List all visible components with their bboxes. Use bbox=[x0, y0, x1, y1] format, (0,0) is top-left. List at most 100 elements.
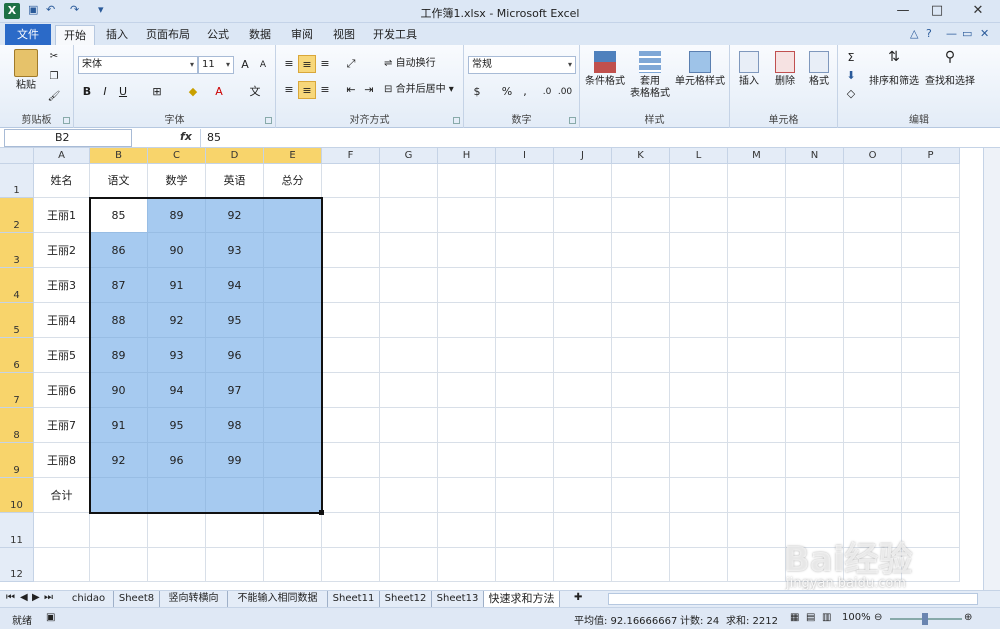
cell-p6[interactable] bbox=[902, 338, 960, 373]
row-header-3[interactable]: 3 bbox=[0, 233, 34, 268]
cell-e11[interactable] bbox=[264, 513, 322, 548]
row-header-4[interactable]: 4 bbox=[0, 268, 34, 303]
cell-g6[interactable] bbox=[380, 338, 438, 373]
cell-g9[interactable] bbox=[380, 443, 438, 478]
cell-l1[interactable] bbox=[670, 164, 728, 198]
cell-d7[interactable]: 97 bbox=[206, 373, 264, 408]
cell-e3[interactable] bbox=[264, 233, 322, 268]
column-header-f[interactable]: F bbox=[322, 148, 380, 164]
cell-m6[interactable] bbox=[728, 338, 786, 373]
cell-k7[interactable] bbox=[612, 373, 670, 408]
normal-view-icon[interactable]: ▦ bbox=[790, 612, 799, 623]
cell-d2[interactable]: 92 bbox=[206, 198, 264, 233]
cell-c1[interactable]: 数学 bbox=[148, 164, 206, 198]
cell-d4[interactable]: 94 bbox=[206, 268, 264, 303]
cell-n1[interactable] bbox=[786, 164, 844, 198]
increase-decimal-icon[interactable]: .0 bbox=[538, 83, 556, 101]
cell-c6[interactable]: 93 bbox=[148, 338, 206, 373]
cell-f5[interactable] bbox=[322, 303, 380, 338]
wrap-text-button[interactable]: ⇌ 自动换行 bbox=[384, 58, 454, 70]
cell-i2[interactable] bbox=[496, 198, 554, 233]
cell-i3[interactable] bbox=[496, 233, 554, 268]
cell-g5[interactable] bbox=[380, 303, 438, 338]
cell-f12[interactable] bbox=[322, 548, 380, 582]
cell-f8[interactable] bbox=[322, 408, 380, 443]
sort-filter-button[interactable]: ⇅ 排序和筛选 bbox=[866, 50, 922, 88]
cell-g10[interactable] bbox=[380, 478, 438, 513]
cell-e7[interactable] bbox=[264, 373, 322, 408]
cell-f4[interactable] bbox=[322, 268, 380, 303]
cell-g4[interactable] bbox=[380, 268, 438, 303]
cell-n8[interactable] bbox=[786, 408, 844, 443]
align-center-icon[interactable]: ≡ bbox=[298, 81, 316, 99]
align-left-icon[interactable]: ≡ bbox=[280, 81, 298, 99]
column-header-l[interactable]: L bbox=[670, 148, 728, 164]
cell-a10[interactable]: 合计 bbox=[34, 478, 90, 513]
row-header-6[interactable]: 6 bbox=[0, 338, 34, 373]
column-header-h[interactable]: H bbox=[438, 148, 496, 164]
cell-d11[interactable] bbox=[206, 513, 264, 548]
name-box[interactable]: B2 bbox=[4, 129, 132, 147]
cell-k6[interactable] bbox=[612, 338, 670, 373]
cell-p10[interactable] bbox=[902, 478, 960, 513]
delete-cells-button[interactable]: 删除 bbox=[768, 51, 802, 88]
tab-home[interactable]: 开始 bbox=[55, 25, 95, 46]
column-header-p[interactable]: P bbox=[902, 148, 960, 164]
sheet-tab[interactable]: Sheet12 bbox=[380, 591, 432, 607]
cell-c2[interactable]: 89 bbox=[148, 198, 206, 233]
format-cells-button[interactable]: 格式 bbox=[802, 51, 836, 88]
cell-h1[interactable] bbox=[438, 164, 496, 198]
cell-b4[interactable]: 87 bbox=[90, 268, 148, 303]
row-header-11[interactable]: 11 bbox=[0, 513, 34, 548]
cell-b10[interactable] bbox=[90, 478, 148, 513]
cell-f6[interactable] bbox=[322, 338, 380, 373]
insert-function-icon[interactable]: fx bbox=[180, 130, 192, 143]
cell-c5[interactable]: 92 bbox=[148, 303, 206, 338]
cell-j5[interactable] bbox=[554, 303, 612, 338]
cell-i12[interactable] bbox=[496, 548, 554, 582]
column-header-j[interactable]: J bbox=[554, 148, 612, 164]
alignment-launcher-icon[interactable] bbox=[453, 117, 460, 124]
cell-n9[interactable] bbox=[786, 443, 844, 478]
cell-m11[interactable] bbox=[728, 513, 786, 548]
comma-icon[interactable]: , bbox=[516, 83, 534, 101]
cell-m7[interactable] bbox=[728, 373, 786, 408]
copy-icon[interactable]: ❐ bbox=[46, 71, 62, 83]
cell-i1[interactable] bbox=[496, 164, 554, 198]
cell-g8[interactable] bbox=[380, 408, 438, 443]
row-header-7[interactable]: 7 bbox=[0, 373, 34, 408]
cell-h10[interactable] bbox=[438, 478, 496, 513]
cell-c4[interactable]: 91 bbox=[148, 268, 206, 303]
cell-k3[interactable] bbox=[612, 233, 670, 268]
cut-icon[interactable]: ✂ bbox=[46, 51, 62, 63]
cell-k11[interactable] bbox=[612, 513, 670, 548]
cell-e8[interactable] bbox=[264, 408, 322, 443]
cell-o2[interactable] bbox=[844, 198, 902, 233]
column-header-a[interactable]: A bbox=[34, 148, 90, 164]
cell-g3[interactable] bbox=[380, 233, 438, 268]
bold-icon[interactable]: B bbox=[78, 83, 96, 101]
cell-c8[interactable]: 95 bbox=[148, 408, 206, 443]
cell-a5[interactable]: 王丽4 bbox=[34, 303, 90, 338]
cell-h3[interactable] bbox=[438, 233, 496, 268]
column-header-n[interactable]: N bbox=[786, 148, 844, 164]
cell-p2[interactable] bbox=[902, 198, 960, 233]
cell-g7[interactable] bbox=[380, 373, 438, 408]
cell-n6[interactable] bbox=[786, 338, 844, 373]
vertical-scrollbar[interactable] bbox=[983, 148, 1000, 590]
cell-e5[interactable] bbox=[264, 303, 322, 338]
cell-b6[interactable]: 89 bbox=[90, 338, 148, 373]
cell-j7[interactable] bbox=[554, 373, 612, 408]
cell-k12[interactable] bbox=[612, 548, 670, 582]
worksheet-grid[interactable]: A B C D E F G H I J K L M N O P 1 2 3 4 5 6 7 8 9 10 11 12 姓名 语文 数学 英语总… bbox=[0, 148, 1000, 590]
format-as-table-button[interactable]: 套用 表格格式 bbox=[628, 51, 672, 100]
cell-c10[interactable] bbox=[148, 478, 206, 513]
cell-c11[interactable] bbox=[148, 513, 206, 548]
phonetic-icon[interactable]: 文 bbox=[246, 83, 264, 101]
row-header-10[interactable]: 10 bbox=[0, 478, 34, 513]
cell-d8[interactable]: 98 bbox=[206, 408, 264, 443]
cell-j4[interactable] bbox=[554, 268, 612, 303]
cell-b5[interactable]: 88 bbox=[90, 303, 148, 338]
cell-f2[interactable] bbox=[322, 198, 380, 233]
cell-l12[interactable] bbox=[670, 548, 728, 582]
